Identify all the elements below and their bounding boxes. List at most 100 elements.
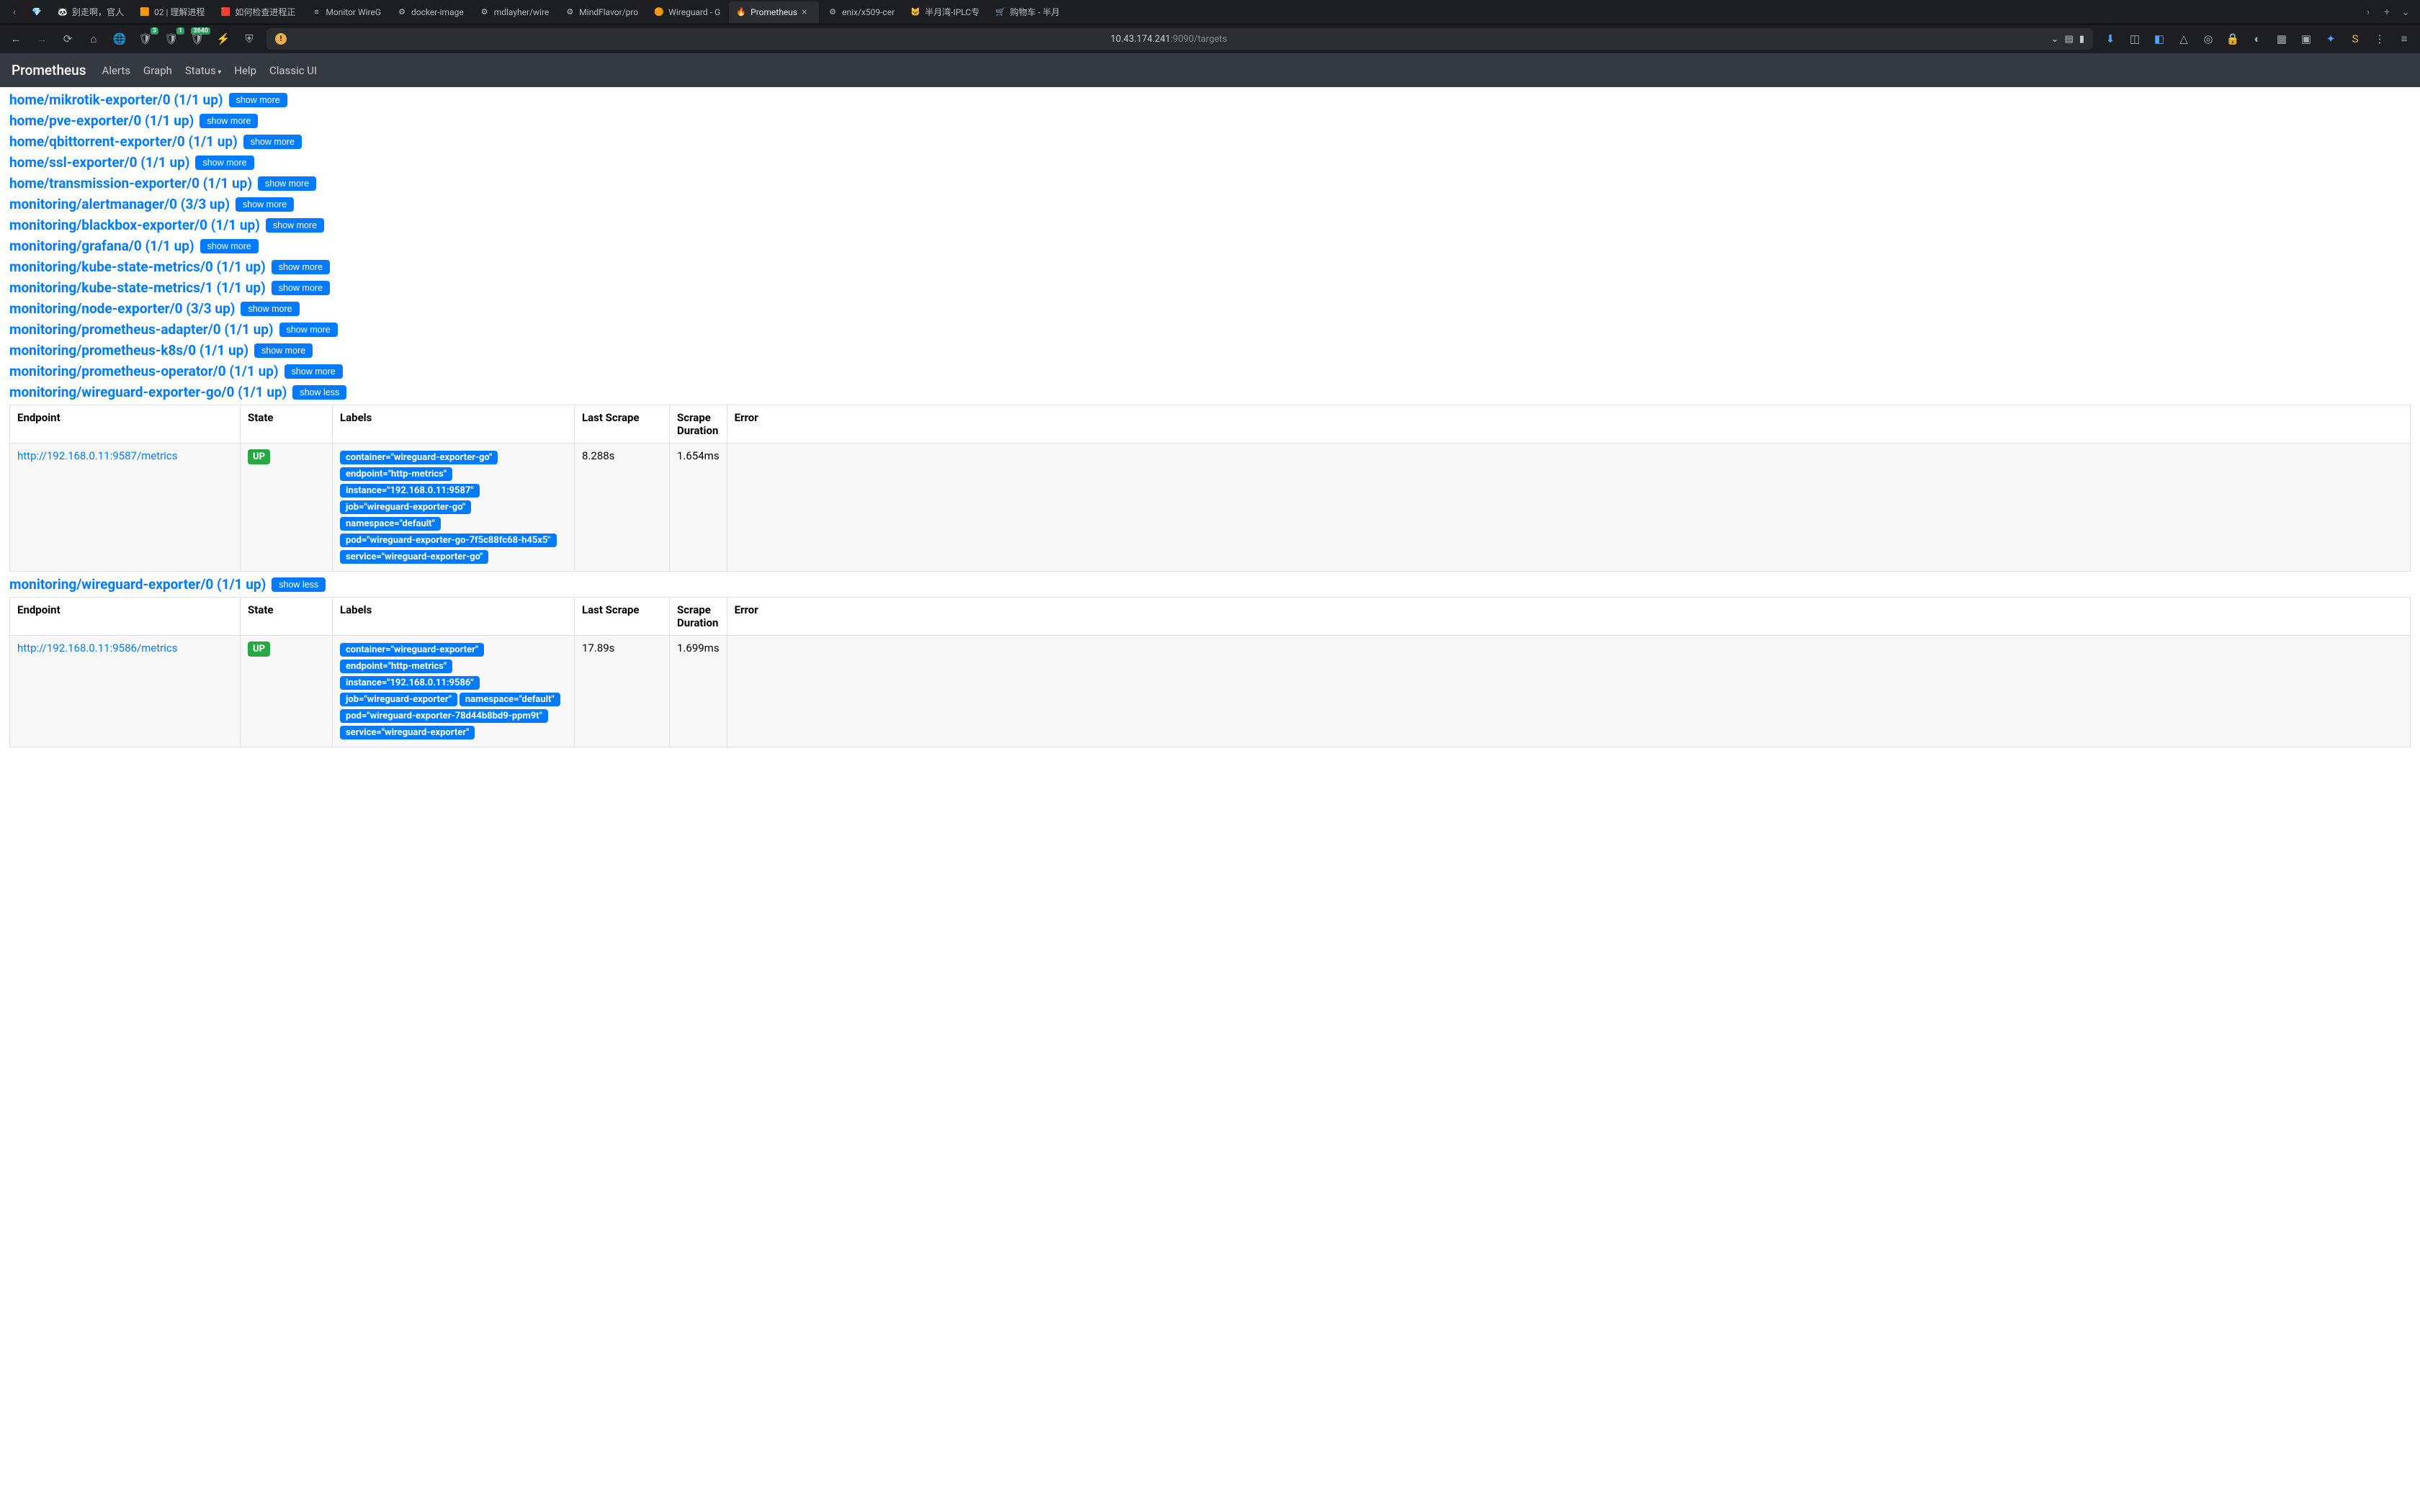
ext-icon-1[interactable]: 🌐	[111, 30, 128, 48]
tab-list-icon[interactable]: ⌄	[2397, 4, 2414, 21]
show-more-button[interactable]: show more	[266, 218, 324, 233]
url-bar[interactable]: ! 10.43.174.241:9090/targets ⌄ ▤ ▮	[266, 28, 2093, 50]
target-group-title[interactable]: home/ssl-exporter/0 (1/1 up)	[9, 154, 189, 171]
browser-tab[interactable]: 🔥Prometheus×	[729, 1, 819, 23]
ext-f-icon[interactable]: ▣	[2298, 30, 2315, 48]
prometheus-brand[interactable]: Prometheus	[12, 62, 86, 78]
ext-d-icon[interactable]: ◐	[2249, 30, 2266, 48]
show-more-button[interactable]: show more	[200, 114, 258, 128]
endpoint-link[interactable]: http://192.168.0.11:9586/metrics	[17, 642, 178, 654]
browser-tab[interactable]: ⚙enix/x509-cer	[820, 1, 902, 23]
target-group-title[interactable]: home/qbittorrent-exporter/0 (1/1 up)	[9, 133, 238, 150]
nav-status[interactable]: Status	[184, 61, 223, 80]
ext-icon-2[interactable]: 🛡3	[137, 30, 154, 48]
show-more-button[interactable]: show more	[243, 135, 302, 149]
reader-icon[interactable]: ▤	[2065, 34, 2074, 45]
browser-tab[interactable]: ≡Monitor WireG	[304, 1, 388, 23]
target-group-title[interactable]: monitoring/alertmanager/0 (3/3 up)	[9, 196, 230, 212]
puzzle-icon[interactable]: ✦	[2322, 30, 2339, 48]
target-group: home/qbittorrent-exporter/0 (1/1 up) show…	[9, 133, 2411, 150]
nav-classic-ui[interactable]: Classic UI	[268, 61, 318, 80]
tab-title: 02 | 理解进程	[154, 6, 205, 18]
ext-icon-3[interactable]: 🛡1	[163, 30, 180, 48]
nav-alerts[interactable]: Alerts	[101, 61, 133, 80]
menu-icon[interactable]: ≡	[2396, 30, 2413, 48]
target-group-title[interactable]: monitoring/prometheus-operator/0 (1/1 up…	[9, 363, 279, 379]
label-pill: container="wireguard-exporter-go"	[340, 451, 498, 464]
more-icon[interactable]: ⋮	[2371, 30, 2388, 48]
tab-history-back-icon[interactable]: ‹	[6, 4, 23, 21]
target-group-title[interactable]: monitoring/wireguard-exporter-go/0 (1/1 …	[9, 384, 287, 400]
show-more-button[interactable]: show more	[272, 260, 330, 274]
tab-title: Monitor WireG	[326, 7, 381, 17]
show-more-button[interactable]: show more	[229, 93, 287, 107]
tab-title: docker-image	[411, 7, 464, 17]
show-less-button[interactable]: show less	[272, 577, 326, 592]
target-group-title[interactable]: home/transmission-exporter/0 (1/1 up)	[9, 175, 252, 192]
bookmark-icon[interactable]: ▮	[2079, 34, 2084, 45]
browser-tab[interactable]: 🐱半月湾-IPLC专	[903, 1, 987, 23]
show-more-button[interactable]: show more	[272, 281, 330, 295]
shield-icon[interactable]: ⛨	[241, 30, 258, 48]
ext-icon-4[interactable]: 🛡3640	[189, 30, 206, 48]
ext-b-icon[interactable]: ◎	[2200, 30, 2217, 48]
tab-history-fwd-icon[interactable]: ›	[2360, 4, 2377, 21]
target-group-title[interactable]: monitoring/grafana/0 (1/1 up)	[9, 238, 194, 254]
target-group-title[interactable]: monitoring/node-exporter/0 (3/3 up)	[9, 300, 235, 317]
flash-icon[interactable]: ⚡	[215, 30, 232, 48]
ext-a-icon[interactable]: △	[2175, 30, 2192, 48]
nav-help[interactable]: Help	[233, 61, 258, 80]
show-more-button[interactable]: show more	[284, 364, 343, 379]
browser-tab[interactable]: ⚙mdlayher/wire	[472, 1, 557, 23]
security-warn-icon: !	[275, 33, 287, 45]
download-icon[interactable]: ⬇	[2102, 30, 2119, 48]
target-group-title[interactable]: monitoring/wireguard-exporter/0 (1/1 up)	[9, 576, 266, 593]
browser-tab[interactable]: 💎	[24, 1, 49, 23]
show-more-button[interactable]: show more	[258, 176, 316, 191]
prometheus-nav: Prometheus Alerts Graph Status Help Clas…	[0, 53, 2420, 87]
reload-icon[interactable]: ⟳	[59, 30, 76, 48]
new-tab-icon[interactable]: +	[2378, 4, 2396, 21]
browser-tab[interactable]: 🛒购物车 - 半月	[988, 1, 1067, 23]
endpoint-link[interactable]: http://192.168.0.11:9587/metrics	[17, 449, 178, 462]
target-group-title[interactable]: monitoring/kube-state-metrics/0 (1/1 up)	[9, 258, 266, 275]
target-group: monitoring/node-exporter/0 (3/3 up) show …	[9, 300, 2411, 317]
save-icon[interactable]: ◫	[2126, 30, 2143, 48]
ext-g-icon[interactable]: S	[2347, 30, 2364, 48]
browser-tab[interactable]: ⚙docker-image	[390, 1, 471, 23]
tab-favicon-icon: 🐱	[910, 7, 920, 17]
browser-tab[interactable]: 🟠Wireguard - G	[647, 1, 727, 23]
target-group-title[interactable]: home/pve-exporter/0 (1/1 up)	[9, 112, 194, 129]
container-icon[interactable]: ◧	[2151, 30, 2168, 48]
table-header: Last Scrape	[575, 405, 670, 444]
target-group-title[interactable]: monitoring/kube-state-metrics/1 (1/1 up)	[9, 279, 266, 296]
label-pill: instance="192.168.0.11:9587"	[340, 484, 480, 498]
show-more-button[interactable]: show more	[200, 239, 259, 253]
target-group-title[interactable]: home/mikrotik-exporter/0 (1/1 up)	[9, 91, 223, 108]
ext-c-icon[interactable]: 🔒	[2224, 30, 2241, 48]
show-more-button[interactable]: show more	[236, 197, 294, 212]
tab-close-icon[interactable]: ×	[802, 6, 812, 18]
tab-bar: ‹ 💎🐼别走啊，官人🟧02 | 理解进程🟥如何检查进程正≡Monitor Wir…	[0, 0, 2420, 24]
show-less-button[interactable]: show less	[292, 385, 346, 400]
browser-tab[interactable]: 🐼别走啊，官人	[50, 1, 131, 23]
nav-graph[interactable]: Graph	[142, 61, 174, 80]
show-more-button[interactable]: show more	[195, 156, 254, 170]
target-group-title[interactable]: monitoring/blackbox-exporter/0 (1/1 up)	[9, 217, 260, 233]
show-more-button[interactable]: show more	[241, 302, 299, 316]
pocket-icon[interactable]: ⌄	[2051, 34, 2059, 45]
browser-tab[interactable]: ⚙MindFlavor/pro	[557, 1, 645, 23]
show-more-button[interactable]: show more	[279, 323, 338, 337]
target-group: monitoring/prometheus-adapter/0 (1/1 up)…	[9, 321, 2411, 338]
label-pill: service="wireguard-exporter-go"	[340, 550, 488, 564]
home-icon[interactable]: ⌂	[85, 30, 102, 48]
ext-e-icon[interactable]: ▦	[2273, 30, 2290, 48]
browser-tab[interactable]: 🟧02 | 理解进程	[133, 1, 212, 23]
show-more-button[interactable]: show more	[254, 343, 313, 358]
label-pill: job="wireguard-exporter"	[340, 693, 457, 706]
browser-tab[interactable]: 🟥如何检查进程正	[213, 1, 302, 23]
target-group-title[interactable]: monitoring/prometheus-k8s/0 (1/1 up)	[9, 342, 248, 359]
nav-back-icon[interactable]: ←	[7, 30, 24, 48]
target-group-title[interactable]: monitoring/prometheus-adapter/0 (1/1 up)	[9, 321, 274, 338]
table-header: Scrape Duration	[670, 598, 727, 636]
